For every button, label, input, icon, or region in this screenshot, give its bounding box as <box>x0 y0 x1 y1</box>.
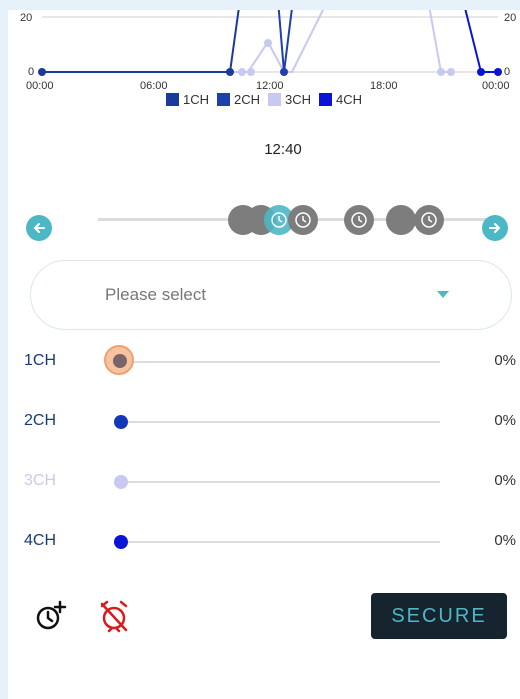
clock-icon <box>295 212 311 228</box>
legend-swatch <box>319 93 333 106</box>
dropdown-arrow-icon <box>437 291 449 298</box>
channel-value: 0% <box>494 472 516 489</box>
channel-row-1ch: 1CH 0% <box>8 342 520 382</box>
legend-swatch <box>216 93 230 106</box>
current-time: 12:40 <box>264 141 302 158</box>
clock-icon <box>421 212 437 228</box>
slider-thumb[interactable] <box>114 415 128 429</box>
series-4ch-line <box>464 10 498 73</box>
channel-row-4ch: 4CH 0% <box>8 522 520 562</box>
channel-value: 0% <box>494 352 516 369</box>
clock-plus-icon <box>36 600 67 630</box>
secure-button[interactable]: SECURE <box>371 593 507 639</box>
channel-slider[interactable] <box>120 361 440 363</box>
series-1ch-point <box>226 68 234 76</box>
channel-label: 1CH <box>24 352 57 369</box>
alarm-off-button[interactable] <box>96 598 132 634</box>
x-tick-0: 00:00 <box>26 80 54 92</box>
series-3ch-point <box>238 68 246 76</box>
screen: 20 0 20 0 00:00 06:00 12:00 18:00 00:00 … <box>8 10 520 699</box>
next-button[interactable] <box>482 215 508 241</box>
slider-thumb[interactable] <box>113 354 127 368</box>
channel-row-3ch: 3CH 0% <box>8 462 520 502</box>
series-3ch-point <box>264 39 272 47</box>
series-3ch-point <box>247 68 255 76</box>
y-tick-left-20: 20 <box>20 12 32 24</box>
legend-swatch <box>268 93 281 106</box>
clock-icon <box>271 212 287 228</box>
timeline-marker[interactable] <box>386 205 416 235</box>
channel-slider[interactable] <box>120 421 440 423</box>
alarm-off-icon <box>100 600 128 633</box>
series-4ch-point <box>494 68 502 76</box>
series-3ch-point <box>447 68 455 76</box>
y-tick-left-0: 0 <box>28 66 34 78</box>
channel-slider[interactable] <box>120 541 440 543</box>
add-timer-button[interactable] <box>33 598 69 634</box>
legend-item-2ch[interactable]: 2CH <box>216 92 260 107</box>
series-3ch-line <box>42 10 451 73</box>
y-tick-right-20: 20 <box>504 12 516 24</box>
x-tick-2: 12:00 <box>256 80 284 92</box>
legend-item-4ch[interactable]: 4CH <box>319 92 362 107</box>
channel-label: 3CH <box>24 472 57 489</box>
x-tick-1: 06:00 <box>140 80 168 92</box>
legend-label: 2CH <box>233 92 260 107</box>
channel-row-2ch: 2CH 0% <box>8 402 520 442</box>
timeline-marker[interactable] <box>344 205 374 235</box>
channel-value: 0% <box>494 412 516 429</box>
series-2ch-point <box>280 68 288 76</box>
x-tick-4: 00:00 <box>482 80 510 92</box>
timeline-marker[interactable] <box>288 205 318 235</box>
arrow-right-icon <box>489 223 500 233</box>
slider-thumb[interactable] <box>114 535 128 549</box>
channel-value: 0% <box>494 532 516 549</box>
timeline-marker[interactable] <box>414 205 444 235</box>
y-tick-right-0: 0 <box>504 66 510 78</box>
select-placeholder: Please select <box>105 285 207 304</box>
arrow-left-icon <box>34 223 45 233</box>
legend-label: 4CH <box>336 92 363 107</box>
legend-item-1ch[interactable]: 1CH <box>165 92 209 107</box>
prev-button[interactable] <box>26 215 52 241</box>
series-1ch-point <box>38 68 46 76</box>
legend-item-3ch[interactable]: 3CH <box>268 92 311 107</box>
channel-slider[interactable] <box>120 481 440 483</box>
clock-icon <box>351 212 367 228</box>
series-4ch-point <box>477 68 485 76</box>
legend-label: 3CH <box>285 92 312 107</box>
chart-legend: 1CH 2CH 3CH 4CH <box>8 92 520 107</box>
series-2ch-line <box>277 10 293 73</box>
x-tick-3: 18:00 <box>370 80 398 92</box>
legend-swatch <box>165 93 179 106</box>
legend-label: 1CH <box>182 92 209 107</box>
series-1ch-line <box>42 10 240 73</box>
slider-thumb[interactable] <box>114 475 128 489</box>
mode-select[interactable]: Please select <box>30 260 512 330</box>
channel-label: 2CH <box>24 412 57 429</box>
series-3ch-point <box>437 68 445 76</box>
channel-label: 4CH <box>24 532 57 549</box>
